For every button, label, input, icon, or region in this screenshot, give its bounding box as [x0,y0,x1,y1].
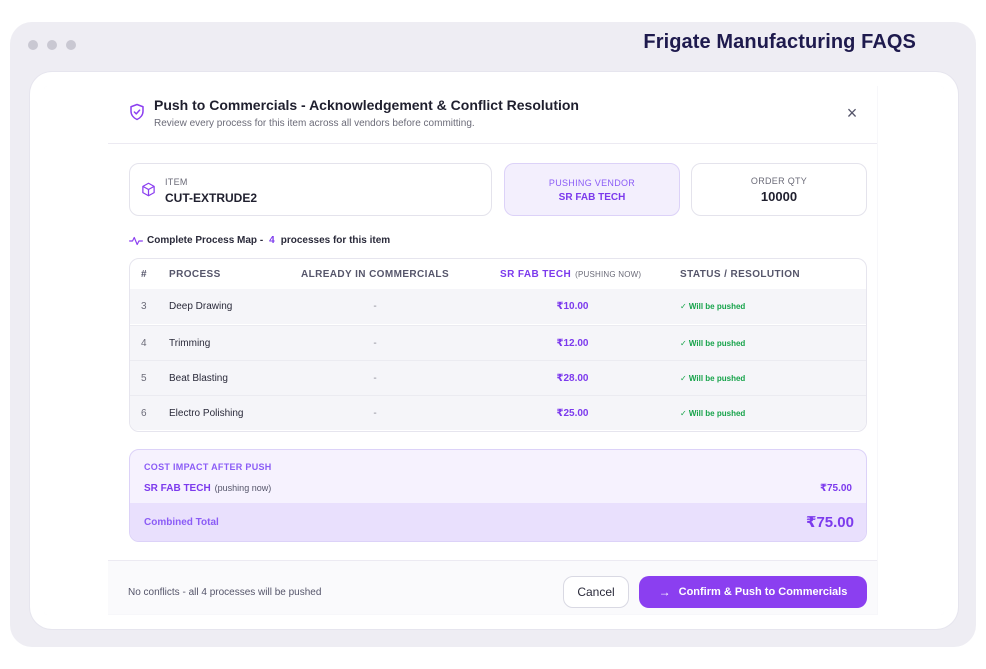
row-already: - [373,301,377,312]
box-icon [142,182,155,197]
process-map-prefix: Complete Process Map - [147,235,264,246]
row-num: 5 [141,372,147,384]
pushing-vendor-value: SR FAB TECH [558,192,626,203]
table-header-row: # PROCESS ALREADY IN COMMERCIALS SR FAB … [130,259,866,289]
arrow-right-icon: → [658,585,671,599]
window-dot [28,40,38,50]
modal-header: Push to Commercials - Acknowledgement & … [108,86,877,144]
row-price: ₹12.00 [556,337,589,349]
cost-impact-box: COST IMPACT AFTER PUSH SR FAB TECH (pushi… [129,449,867,542]
window-dots [28,40,76,50]
col-vendor-header: SR FAB TECH (PUSHING NOW) [500,269,645,280]
window-title: Frigate Manufacturing FAQS [643,31,916,53]
process-count: 4 [269,235,275,246]
order-qty-card: ORDER QTY 10000 [691,163,867,216]
close-button[interactable]: × [841,102,863,124]
window-dot [47,40,57,50]
combined-total-amount: ₹75.00 [806,514,854,531]
table-row: 6 Electro Polishing - ₹25.00 ✓ Will be p… [130,395,866,430]
push-to-commercials-modal: Push to Commercials - Acknowledgement & … [108,86,877,614]
row-num: 6 [141,407,147,419]
process-map-heading: Complete Process Map - 4 processes for t… [129,235,390,246]
col-process-header: PROCESS [169,268,221,280]
col-num-header: # [141,268,147,280]
cost-vendor-name: SR FAB TECH [144,483,211,494]
cost-impact-title: COST IMPACT AFTER PUSH [144,462,272,472]
row-num: 3 [141,301,147,312]
modal-footer: No conflicts - all 4 processes will be p… [108,560,877,614]
table-row: 4 Trimming - ₹12.00 ✓ Will be pushed [130,325,866,360]
row-status: ✓ Will be pushed [680,302,746,311]
conflict-status-note: No conflicts - all 4 processes will be p… [128,587,322,598]
item-label: ITEM [165,177,188,187]
pushing-vendor-label: PUSHING VENDOR [548,178,636,188]
row-process: Beat Blasting [169,372,228,384]
item-value: CUT-EXTRUDE2 [165,191,258,205]
combined-total-bar: Combined Total ₹75.00 [130,503,866,541]
cost-vendor-note: (pushing now) [214,483,272,493]
row-process: Deep Drawing [169,301,233,312]
table-row: 3 Deep Drawing - ₹10.00 ✓ Will be pushed [130,289,866,324]
confirm-push-label: Confirm & Push to Commercials [678,586,848,598]
row-process: Trimming [169,337,211,349]
order-qty-label: ORDER QTY [750,176,808,186]
col-vendor-name: SR FAB TECH [500,268,572,280]
row-process: Electro Polishing [169,407,244,419]
cancel-button[interactable]: Cancel [563,576,629,608]
combined-total-label: Combined Total [144,517,219,528]
row-already: - [373,407,377,419]
row-price: ₹10.00 [556,301,589,312]
window-dot [66,40,76,50]
row-already: - [373,372,377,384]
row-status: ✓ Will be pushed [680,408,746,418]
process-table: # PROCESS ALREADY IN COMMERCIALS SR FAB … [129,258,867,432]
shield-check-icon [130,103,144,121]
close-icon: × [846,102,858,123]
order-qty-value: 10000 [760,189,798,204]
modal-subtitle: Review every process for this item acros… [154,118,475,129]
row-already: - [373,337,377,349]
confirm-push-button[interactable]: → Confirm & Push to Commercials [639,576,867,608]
row-status: ✓ Will be pushed [680,338,746,348]
row-num: 4 [141,337,147,349]
item-card: ITEM CUT-EXTRUDE2 [129,163,492,216]
col-already-header: ALREADY IN COMMERCIALS [300,268,450,280]
col-status-header: STATUS / RESOLUTION [680,268,801,280]
backdrop-edge-left [44,86,108,615]
process-map-suffix: processes for this item [280,235,391,246]
table-row: 5 Beat Blasting - ₹28.00 ✓ Will be pushe… [130,360,866,395]
activity-icon [129,236,143,245]
backdrop-edge-right [878,86,944,615]
row-price: ₹28.00 [556,372,589,384]
modal-title: Push to Commercials - Acknowledgement & … [154,97,579,113]
cost-vendor-line: SR FAB TECH (pushing now) [144,483,271,494]
pushing-vendor-card: PUSHING VENDOR SR FAB TECH [504,163,680,216]
cost-vendor-amount: ₹75.00 [820,483,852,494]
col-vendor-hint: (PUSHING NOW) [575,269,642,279]
row-status: ✓ Will be pushed [680,373,746,383]
row-price: ₹25.00 [556,407,589,419]
